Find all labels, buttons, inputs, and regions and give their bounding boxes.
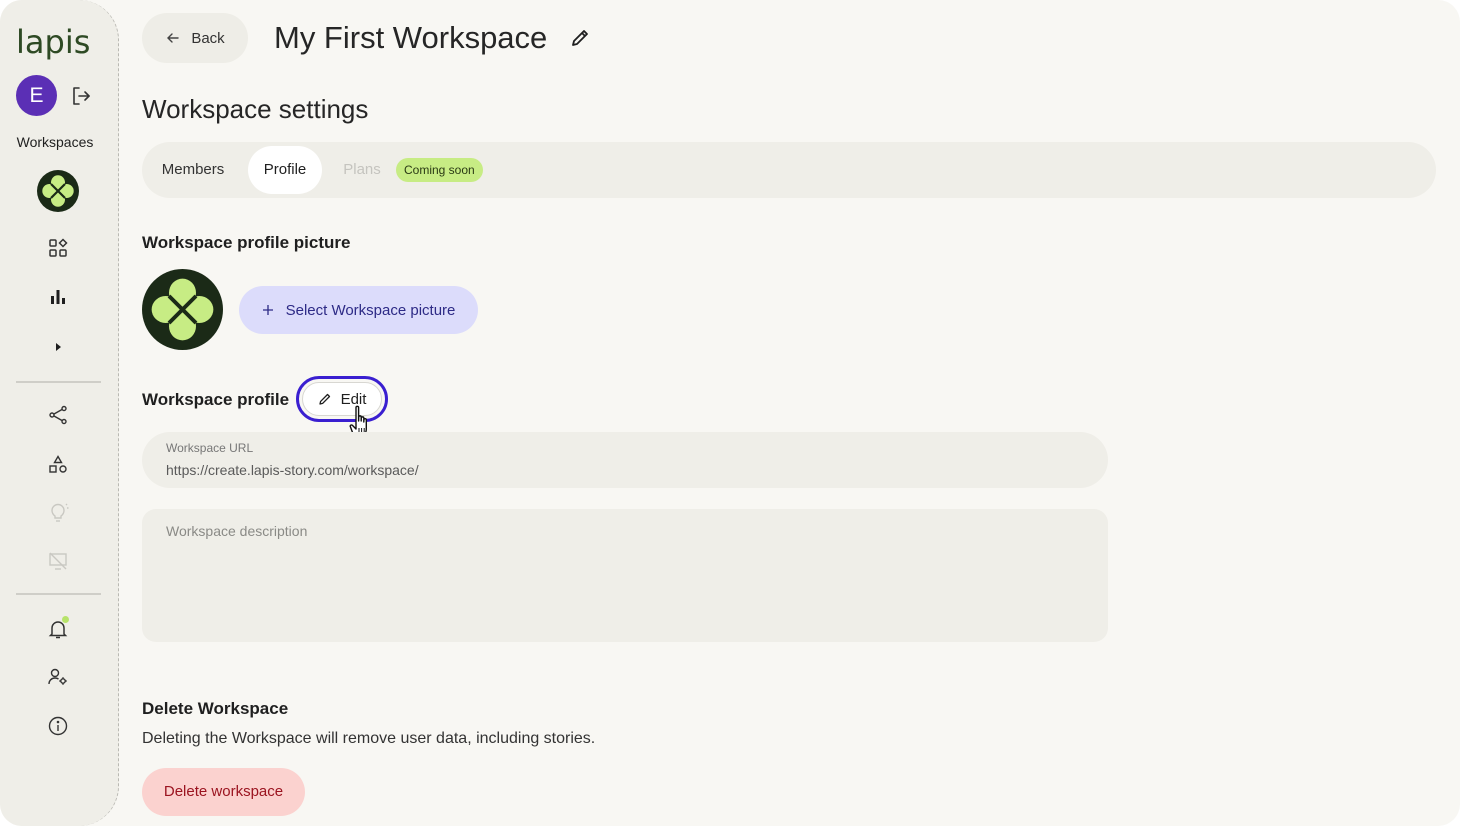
user-avatar[interactable]: E bbox=[16, 75, 57, 116]
info-icon[interactable] bbox=[47, 715, 69, 737]
settings-tabs: Members Profile Plans Coming soon bbox=[142, 142, 1436, 198]
lightbulb-icon bbox=[51, 503, 69, 522]
arrow-left-icon bbox=[167, 33, 180, 43]
bar-chart-icon[interactable] bbox=[47, 286, 69, 308]
delete-workspace-button[interactable]: Delete workspace bbox=[142, 768, 305, 816]
workspace-url-label: Workspace URL bbox=[166, 441, 254, 455]
user-settings-icon[interactable] bbox=[47, 666, 69, 688]
workspace-url-value: https://create.lapis-story.com/workspace… bbox=[166, 462, 419, 478]
tab-profile[interactable]: Profile bbox=[248, 146, 322, 194]
delete-workspace-heading: Delete Workspace bbox=[142, 699, 289, 718]
share-icon[interactable] bbox=[47, 404, 69, 426]
delete-workspace-description: Deleting the Workspace will remove user … bbox=[142, 730, 596, 747]
tab-members[interactable]: Members bbox=[148, 146, 238, 194]
app-window: lapis E Workspaces Back My First Workspa… bbox=[0, 0, 1460, 826]
workspace-picture bbox=[142, 269, 223, 350]
back-button[interactable]: Back bbox=[142, 13, 248, 63]
pencil-icon bbox=[318, 393, 330, 405]
select-workspace-picture-button[interactable]: Select Workspace picture bbox=[239, 286, 478, 334]
back-button-label: Back bbox=[191, 29, 225, 47]
caret-right-icon[interactable] bbox=[47, 336, 69, 358]
pencil-icon[interactable] bbox=[569, 27, 591, 49]
workspace-logo-icon[interactable] bbox=[37, 170, 79, 212]
plus-icon bbox=[262, 305, 273, 315]
workspace-title: My First Workspace bbox=[274, 20, 548, 55]
shapes-icon[interactable] bbox=[47, 454, 69, 476]
sidebar-divider bbox=[16, 381, 101, 383]
sidebar-divider bbox=[16, 593, 101, 595]
page-title: Workspace settings bbox=[142, 94, 369, 124]
logout-icon[interactable] bbox=[69, 84, 93, 108]
notification-dot bbox=[62, 616, 69, 623]
workspaces-label: Workspaces bbox=[16, 134, 94, 150]
workspace-url-field[interactable]: Workspace URL https://create.lapis-story… bbox=[142, 432, 1108, 488]
coming-soon-badge: Coming soon bbox=[396, 158, 483, 182]
presentation-off-icon bbox=[49, 552, 67, 570]
profile-picture-heading: Workspace profile picture bbox=[142, 233, 351, 252]
workspace-description-field[interactable]: Workspace description bbox=[142, 509, 1108, 642]
tab-plans: Plans bbox=[343, 161, 381, 178]
lapis-logo[interactable]: lapis bbox=[16, 22, 90, 62]
apps-grid-icon[interactable] bbox=[47, 237, 69, 259]
workspace-description-placeholder: Workspace description bbox=[166, 523, 308, 539]
sidebar: lapis E Workspaces bbox=[0, 0, 119, 826]
workspace-profile-heading: Workspace profile bbox=[142, 390, 290, 409]
select-picture-label: Select Workspace picture bbox=[285, 301, 456, 319]
